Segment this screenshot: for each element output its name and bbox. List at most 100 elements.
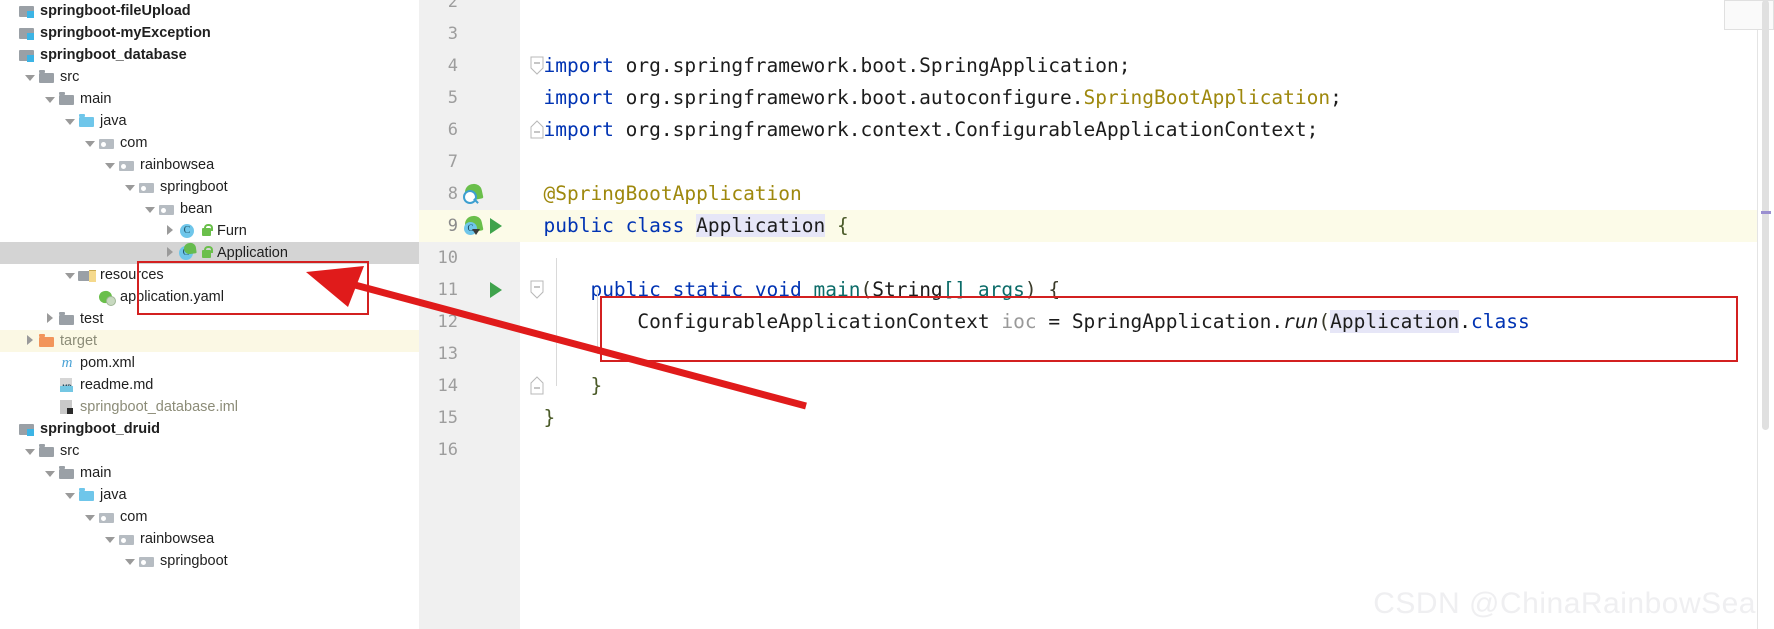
tree-row[interactable]: C Application (0, 242, 419, 264)
spring-bean-icon[interactable] (463, 182, 484, 204)
tree-row-label: target (60, 333, 98, 349)
code-token: org.springframework.boot.autoconfigure. (625, 86, 1084, 109)
tree-row[interactable]: springboot_database.iml (0, 396, 419, 418)
gutter-line[interactable]: 11 (419, 274, 520, 306)
gutter-line[interactable]: 15 (419, 402, 520, 434)
gutter-line[interactable]: 4 (419, 50, 520, 82)
tree-row[interactable]: com (0, 506, 419, 528)
tree-row[interactable]: rainbowsea (0, 528, 419, 550)
package-icon (158, 201, 176, 217)
code-line[interactable] (520, 146, 543, 178)
chevron-down-icon[interactable] (42, 88, 58, 110)
editor-marker-strip[interactable] (1724, 0, 1774, 629)
line-number: 7 (447, 152, 458, 172)
folder-icon (38, 69, 56, 85)
chevron-down-icon[interactable] (62, 484, 78, 506)
run-icon[interactable] (488, 216, 508, 236)
chevron-down-icon[interactable] (122, 176, 138, 198)
gutter-line[interactable]: 12 (419, 306, 520, 338)
code-line[interactable]: import org.springframework.boot.autoconf… (520, 82, 1341, 114)
chevron-right-icon[interactable] (42, 308, 58, 330)
gutter-line[interactable]: 6 (419, 114, 520, 146)
tree-row[interactable]: bean (0, 198, 419, 220)
gutter-line[interactable]: 9C (419, 210, 520, 242)
chevron-down-icon[interactable] (82, 506, 98, 528)
chevron-down-icon[interactable] (102, 154, 118, 176)
unlock-icon (200, 245, 213, 261)
code-line[interactable] (520, 18, 543, 50)
chevron-right-icon[interactable] (162, 242, 178, 264)
gutter-line[interactable]: 13 (419, 338, 520, 370)
tree-row-label: com (120, 509, 148, 525)
code-line[interactable]: public static void main(String[] args) { (520, 274, 1060, 306)
editor-code-area[interactable]: import org.springframework.boot.SpringAp… (520, 0, 1774, 629)
gutter-line[interactable]: 7 (419, 146, 520, 178)
code-line[interactable]: public class Application { (520, 210, 1774, 242)
gutter-line[interactable]: 2 (419, 0, 520, 18)
run-icon[interactable] (488, 280, 508, 300)
tree-row[interactable]: springboot (0, 550, 419, 572)
code-line[interactable]: import org.springframework.boot.SpringAp… (520, 50, 1130, 82)
gutter-line[interactable]: 14 (419, 370, 520, 402)
gutter-line[interactable]: 16 (419, 434, 520, 466)
chevron-down-icon[interactable] (122, 550, 138, 572)
chevron-down-icon[interactable] (82, 132, 98, 154)
line-number: 16 (437, 440, 458, 460)
gutter-line[interactable]: 10 (419, 242, 520, 274)
tree-row[interactable]: com (0, 132, 419, 154)
chevron-down-icon[interactable] (62, 264, 78, 286)
spring-config-icon[interactable]: C (463, 214, 484, 236)
code-line[interactable]: } (520, 402, 555, 434)
chevron-right-icon[interactable] (22, 330, 38, 352)
chevron-down-icon[interactable] (62, 110, 78, 132)
line-number: 15 (437, 408, 458, 428)
line-number: 2 (447, 0, 458, 12)
tree-row[interactable]: MD readme.md (0, 374, 419, 396)
tree-row[interactable]: springboot (0, 176, 419, 198)
tree-row[interactable]: springboot_druid (0, 418, 419, 440)
tree-row[interactable]: springboot-myException (0, 22, 419, 44)
iml-icon (58, 399, 76, 415)
tree-row[interactable]: application.yaml (0, 286, 419, 308)
chevron-down-icon[interactable] (142, 198, 158, 220)
chevron-down-icon[interactable] (42, 462, 58, 484)
tree-row[interactable]: m pom.xml (0, 352, 419, 374)
code-editor[interactable]: 2 3 4 5 6 7 8 9 C 10 11 12 13 14 15 16 import org.sprin… (419, 0, 1774, 629)
tree-row[interactable]: rainbowsea (0, 154, 419, 176)
code-line[interactable]: } (520, 370, 602, 402)
vertical-scrollbar-thumb[interactable] (1762, 0, 1769, 430)
gutter-line[interactable]: 5 (419, 82, 520, 114)
code-line[interactable] (520, 242, 543, 274)
tree-row[interactable]: target (0, 330, 419, 352)
gutter-line[interactable]: 3 (419, 18, 520, 50)
tree-row[interactable]: springboot-fileUpload (0, 0, 419, 22)
code-line[interactable]: import org.springframework.context.Confi… (520, 114, 1318, 146)
module-icon (18, 421, 36, 437)
tree-row[interactable]: main (0, 88, 419, 110)
tree-row[interactable]: src (0, 440, 419, 462)
code-line[interactable] (520, 0, 543, 18)
code-line[interactable] (520, 434, 543, 466)
tree-row[interactable]: springboot_database (0, 44, 419, 66)
tree-row[interactable]: resources (0, 264, 419, 286)
tree-row[interactable]: main (0, 462, 419, 484)
editor-gutter[interactable]: 2 3 4 5 6 7 8 9 C 10 11 12 13 14 15 16 (419, 0, 520, 629)
code-token: ( (1318, 310, 1331, 333)
chevron-down-icon[interactable] (22, 440, 38, 462)
code-line[interactable]: @SpringBootApplication (520, 178, 801, 210)
project-tool-window[interactable]: springboot-fileUpload springboot-myExcept… (0, 0, 419, 629)
tree-row[interactable]: test (0, 308, 419, 330)
chevron-down-icon[interactable] (102, 528, 118, 550)
source-folder-icon (78, 113, 96, 129)
chevron-right-icon[interactable] (162, 220, 178, 242)
tree-row[interactable]: src (0, 66, 419, 88)
tree-row[interactable]: C Furn (0, 220, 419, 242)
tree-row[interactable]: java (0, 110, 419, 132)
code-line[interactable]: ConfigurableApplicationContext ioc = Spr… (520, 306, 1530, 338)
code-token: import (543, 86, 626, 109)
code-line[interactable] (520, 338, 543, 370)
tree-row[interactable]: java (0, 484, 419, 506)
gutter-line[interactable]: 8 (419, 178, 520, 210)
chevron-down-icon[interactable] (22, 66, 38, 88)
